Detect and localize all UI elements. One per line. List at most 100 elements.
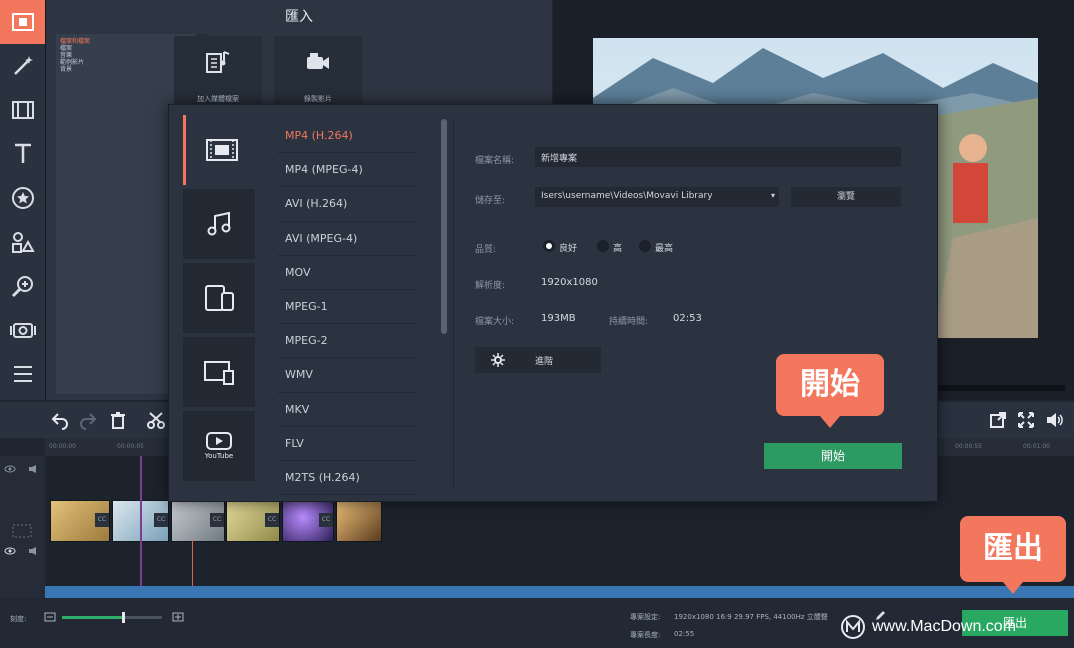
- format-item[interactable]: MKV: [277, 393, 417, 427]
- format-scrollbar[interactable]: [441, 119, 447, 334]
- tab-youtube[interactable]: YouTube: [183, 411, 255, 481]
- undo-icon[interactable]: [50, 410, 70, 430]
- gear-icon: [491, 353, 505, 367]
- resolution-label: 解析度:: [475, 281, 506, 291]
- tool-sidebar: [0, 0, 46, 400]
- film-import-icon: [11, 13, 34, 31]
- scissors-icon[interactable]: [146, 410, 166, 430]
- tool-pan-zoom[interactable]: [0, 264, 45, 308]
- zoom-slider-fill: [62, 616, 124, 619]
- zoom-slider-handle[interactable]: [122, 612, 125, 623]
- quality-radio-good[interactable]: [543, 240, 555, 252]
- add-media-label: 加入媒體檔案: [197, 95, 239, 103]
- format-item[interactable]: AVI (MPEG-4): [277, 222, 417, 256]
- ruler-tick: 00:00:05: [117, 443, 144, 450]
- timeline-marker: [140, 456, 142, 586]
- save-to-field[interactable]: Isers\username\Videos\Movavi Library ▾: [535, 187, 779, 207]
- save-to-label: 儲存至:: [475, 196, 506, 206]
- advanced-settings-label: 進階: [535, 357, 554, 367]
- record-video-button[interactable]: 錄製影片: [274, 36, 362, 108]
- devices-icon: [205, 285, 234, 311]
- detach-preview-icon[interactable]: [988, 410, 1008, 430]
- filename-field[interactable]: 新增專案: [535, 147, 901, 167]
- clip-badge: CC: [154, 513, 168, 527]
- duration-label: 持續時間:: [609, 317, 649, 327]
- tool-callouts[interactable]: [0, 220, 45, 264]
- text-icon: [14, 143, 31, 163]
- start-export-button[interactable]: 開始: [764, 443, 902, 469]
- eye-icon[interactable]: [4, 546, 16, 556]
- add-media-files-button[interactable]: 加入媒體檔案: [174, 36, 262, 108]
- clip-badge: CC: [265, 513, 279, 527]
- watermark: www.MacDown.com: [840, 614, 1068, 640]
- trash-icon[interactable]: [108, 410, 128, 430]
- filename-value: 新增專案: [541, 154, 578, 164]
- youtube-icon: [206, 432, 232, 450]
- quality-radio-high[interactable]: [597, 240, 609, 252]
- export-dialog: YouTube MP4 (H.264) MP4 (MPEG-4) AVI (H.…: [168, 104, 938, 502]
- format-item[interactable]: MP4 (MPEG-4): [277, 153, 417, 188]
- video-clip[interactable]: CC: [282, 500, 334, 542]
- filmstrip-icon: [11, 101, 34, 119]
- macdown-logo-icon: [841, 615, 865, 639]
- zoom-icon: [11, 276, 33, 298]
- quality-option-label: 高: [613, 244, 623, 254]
- tool-more[interactable]: [0, 352, 45, 396]
- tool-titles[interactable]: [0, 132, 45, 176]
- format-item[interactable]: WMV: [277, 358, 417, 393]
- tab-tv[interactable]: [183, 337, 255, 407]
- fullscreen-icon[interactable]: [1016, 410, 1036, 430]
- playhead[interactable]: [192, 540, 193, 588]
- list-icon: [13, 366, 32, 382]
- tool-filters[interactable]: [0, 44, 45, 88]
- import-title: 匯入: [285, 9, 313, 25]
- speaker-icon[interactable]: [28, 546, 40, 556]
- format-item[interactable]: MP4 (H.264): [277, 119, 417, 154]
- format-item[interactable]: FLV: [277, 427, 417, 461]
- format-item[interactable]: MPEG-2: [277, 324, 417, 359]
- ruler-tick: 00:00:00: [49, 443, 76, 450]
- video-clip[interactable]: CC: [226, 500, 280, 542]
- speaker-icon[interactable]: [28, 464, 40, 474]
- add-media-icon: [206, 51, 230, 73]
- advanced-settings-button[interactable]: 進階: [475, 347, 601, 373]
- clip-badge: CC: [95, 513, 109, 527]
- add-track-icon[interactable]: [12, 524, 32, 538]
- tab-video[interactable]: [183, 115, 258, 185]
- tab-devices[interactable]: [183, 263, 255, 333]
- project-settings-label: 專案設定:: [630, 613, 661, 621]
- youtube-label: YouTube: [204, 452, 234, 460]
- dialog-divider: [453, 119, 454, 489]
- filesize-value: 193MB: [541, 313, 576, 324]
- tool-stickers[interactable]: [0, 176, 45, 220]
- audio-track[interactable]: [45, 586, 1074, 598]
- ruler-tick: 00:01:00: [1023, 443, 1050, 450]
- save-to-value: Isers\username\Videos\Movavi Library: [541, 191, 713, 201]
- zoom-in-icon[interactable]: [172, 612, 184, 622]
- tool-stabilization[interactable]: [0, 308, 45, 352]
- tab-audio[interactable]: [183, 189, 255, 259]
- format-item[interactable]: AVI (H.264): [277, 187, 417, 222]
- format-item[interactable]: MPEG-1: [277, 290, 417, 325]
- watermark-text: www.MacDown.com: [872, 618, 1017, 635]
- video-clip[interactable]: CC: [171, 500, 225, 542]
- start-callout: 開始: [776, 354, 884, 428]
- quality-radio-best[interactable]: [639, 240, 651, 252]
- zoom-out-icon[interactable]: [44, 612, 56, 622]
- zoom-slider[interactable]: [62, 612, 162, 623]
- filename-label: 檔案名稱:: [475, 156, 515, 166]
- star-filter-icon: [11, 187, 34, 209]
- video-clip[interactable]: [336, 500, 382, 542]
- eye-icon[interactable]: [4, 464, 16, 474]
- browse-button[interactable]: 瀏覽: [791, 187, 901, 207]
- project-length-label: 專案長度:: [630, 631, 661, 639]
- format-item[interactable]: MOV: [277, 256, 417, 290]
- video-clip[interactable]: CC: [50, 500, 110, 542]
- project-settings-value: 1920x1080 16:9 29.97 FPS, 44100Hz 立體聲: [674, 613, 828, 621]
- tool-transitions[interactable]: [0, 88, 45, 132]
- dropdown-arrow-icon: ▾: [770, 191, 775, 200]
- volume-icon[interactable]: [1044, 410, 1064, 430]
- format-item[interactable]: M2TS (H.264): [277, 461, 417, 496]
- redo-icon[interactable]: [78, 410, 98, 430]
- tool-import[interactable]: [0, 0, 45, 44]
